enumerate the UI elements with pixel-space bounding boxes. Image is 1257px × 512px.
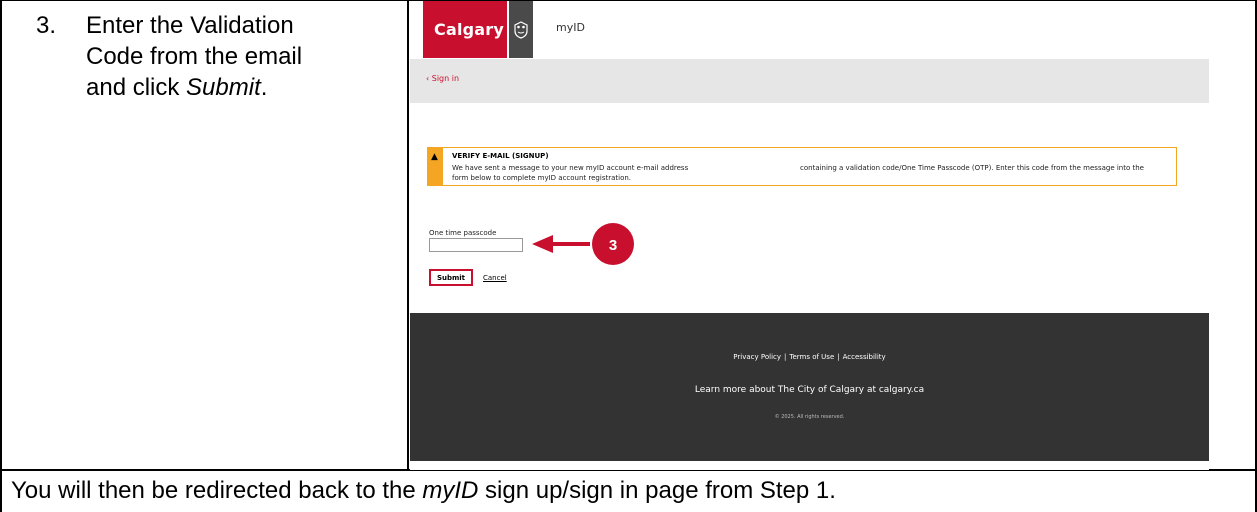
instruction-table: 3. Enter the Validation Code from the ema…: [0, 0, 1257, 512]
step-line-3-suffix: .: [260, 74, 268, 101]
callout-arrow-icon: [532, 235, 590, 253]
step-instruction: 3. Enter the Validation Code from the ema…: [36, 10, 386, 103]
bottom-note-prefix: You will then be redirected back to the: [11, 477, 423, 504]
step-line-3: and click Submit.: [36, 72, 386, 103]
step-line-3-prefix: and click: [86, 74, 187, 101]
step-line-3-emph: Submit: [186, 74, 261, 101]
myid-screenshot: Calgary myID ‹ Sign in ▲ VERIFY E-MAIL (…: [410, 1, 1209, 470]
callout-annotation: 3: [532, 223, 634, 265]
bottom-note-suffix: sign up/sign in page from Step 1.: [478, 477, 836, 504]
step-line-2: Code from the email: [86, 43, 303, 70]
callout-number-badge: 3: [592, 223, 634, 265]
step-number: 3.: [36, 12, 57, 39]
bottom-note: You will then be redirected back to the …: [11, 476, 836, 506]
step-line-1: Enter the Validation: [86, 12, 294, 39]
callout-number: 3: [609, 237, 617, 254]
table-cell-divider: [407, 0, 409, 471]
bottom-note-emph: myID: [422, 477, 479, 504]
table-border-left: [0, 0, 2, 512]
